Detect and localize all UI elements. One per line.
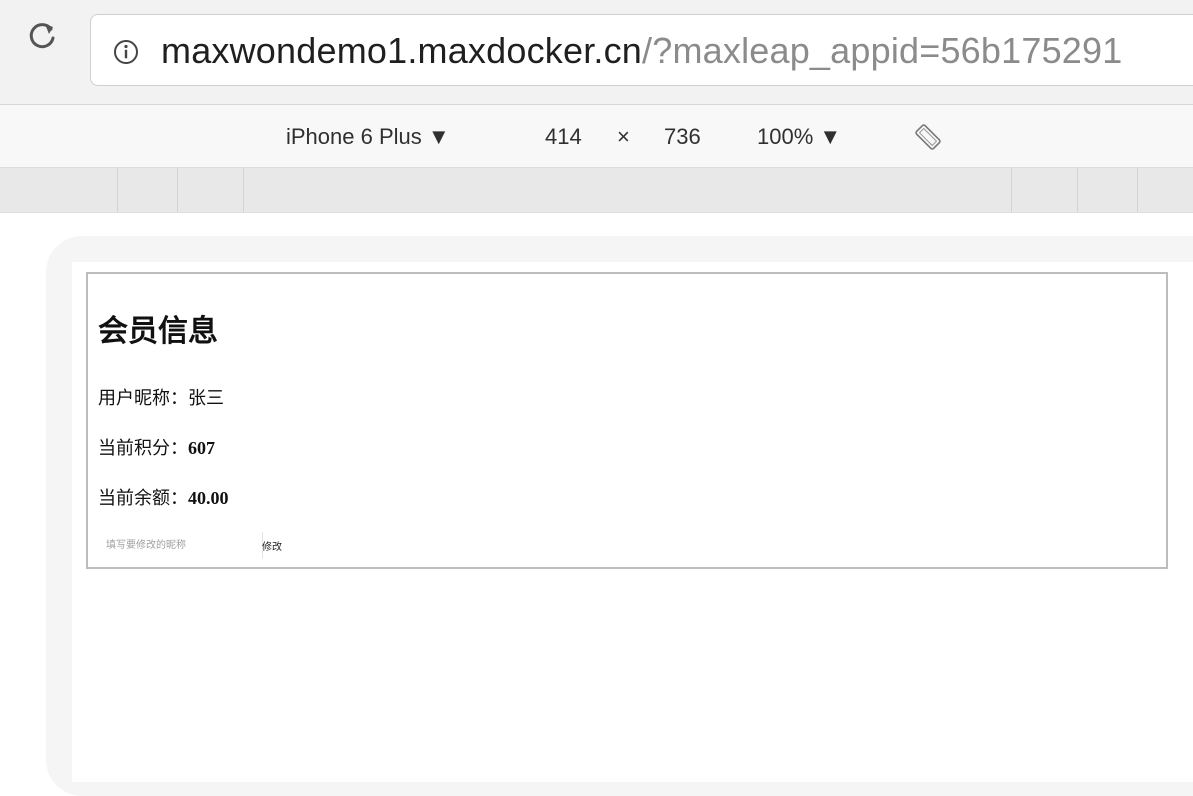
points-row: 当前积分：607 (98, 436, 215, 460)
device-toolbar: iPhone 6 Plus ▼ 414 × 736 100% ▼ (0, 105, 1193, 168)
modify-button[interactable]: 修改 (258, 532, 294, 558)
browser-toolbar: maxwondemo1.maxdocker.cn/?maxleap_appid=… (0, 0, 1193, 105)
ruler-divider (1077, 168, 1078, 212)
ruler-divider (117, 168, 118, 212)
member-info-card: 会员信息 用户昵称：张三 当前积分：607 当前余额：40.00 修改 (86, 272, 1168, 569)
points-value: 607 (188, 438, 215, 458)
nickname-value: 张三 (188, 388, 224, 408)
ruler-divider (1011, 168, 1012, 212)
ruler-divider (177, 168, 178, 212)
device-width[interactable]: 414 (545, 123, 582, 151)
zoom-select[interactable]: 100% ▼ (757, 123, 841, 151)
url-path: /?maxleap_appid=56b175291 (642, 30, 1123, 71)
dimension-times: × (617, 124, 630, 149)
info-icon[interactable] (113, 39, 139, 65)
balance-label: 当前余额： (98, 488, 188, 508)
balance-row: 当前余额：40.00 (98, 486, 229, 510)
ruler-divider (243, 168, 244, 212)
ruler-divider (1137, 168, 1138, 212)
address-bar[interactable]: maxwondemo1.maxdocker.cn/?maxleap_appid=… (90, 14, 1193, 86)
points-label: 当前积分： (98, 438, 188, 458)
nickname-row: 用户昵称：张三 (98, 386, 224, 410)
reload-icon[interactable] (22, 16, 62, 56)
balance-value: 40.00 (188, 488, 229, 508)
media-query-bar[interactable] (0, 168, 1193, 213)
rotate-icon[interactable] (912, 121, 944, 153)
url-text[interactable]: maxwondemo1.maxdocker.cn/?maxleap_appid=… (161, 29, 1122, 73)
device-height[interactable]: 736 (664, 123, 701, 151)
nickname-label: 用户昵称： (98, 388, 188, 408)
url-host: maxwondemo1.maxdocker.cn (161, 30, 643, 71)
page-title: 会员信息 (98, 315, 218, 348)
nickname-input[interactable] (100, 532, 263, 558)
device-select[interactable]: iPhone 6 Plus ▼ (286, 123, 450, 151)
